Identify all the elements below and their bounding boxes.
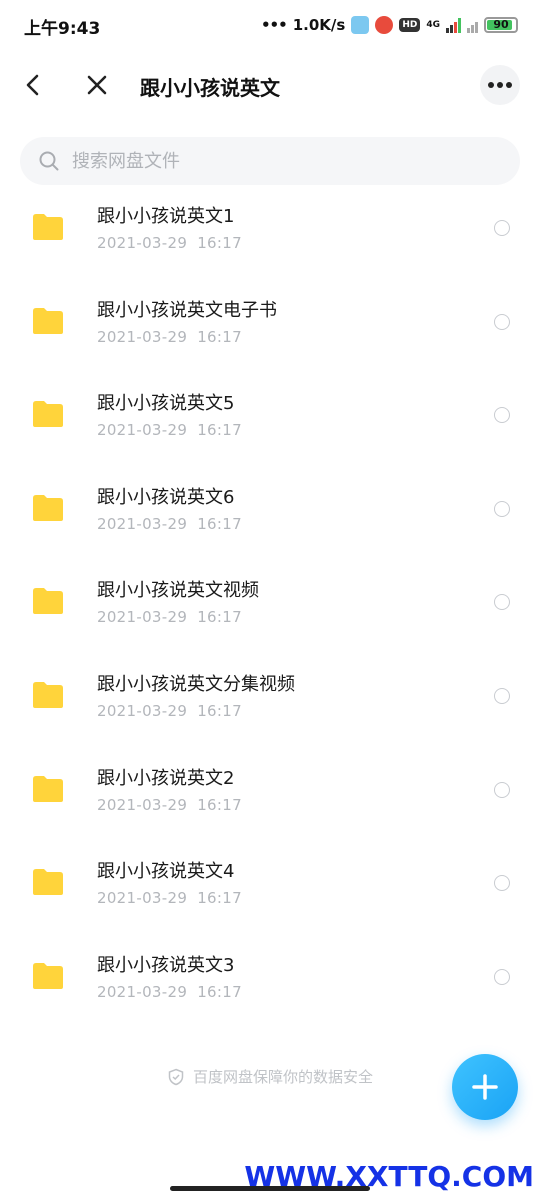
file-modified: 2021-03-29 16:17 xyxy=(97,702,242,720)
file-date: 2021-03-29 xyxy=(97,514,188,533)
folder-icon xyxy=(33,588,63,615)
alarm-icon xyxy=(375,16,394,34)
file-modified: 2021-03-29 16:17 xyxy=(97,889,242,907)
file-name: 跟小小孩说英文电子书 xyxy=(97,299,277,321)
plus-icon xyxy=(472,1074,498,1100)
file-date: 2021-03-29 xyxy=(97,608,188,627)
select-checkbox[interactable] xyxy=(494,968,510,985)
file-time: 16:17 xyxy=(197,234,242,252)
select-checkbox[interactable] xyxy=(494,313,510,330)
file-date: 2021-03-29 xyxy=(97,421,188,440)
status-time: 上午9:43 xyxy=(24,19,101,39)
file-row[interactable]: 跟小小孩说英文4 2021-03-29 16:17 xyxy=(0,835,540,929)
file-time: 16:17 xyxy=(197,701,242,720)
select-checkbox[interactable] xyxy=(494,687,510,704)
more-button[interactable] xyxy=(480,65,520,105)
file-list: 跟小小孩说英文1 2021-03-29 16:17 跟小小孩说英文电子书 2021… xyxy=(0,180,540,1022)
select-checkbox[interactable] xyxy=(494,407,510,424)
file-name: 跟小小孩说英文3 xyxy=(97,954,235,976)
file-time: 16:17 xyxy=(197,421,242,440)
file-row[interactable]: 跟小小孩说英文3 2021-03-29 16:17 xyxy=(0,929,540,1023)
file-date: 2021-03-29 xyxy=(97,795,188,814)
file-date: 2021-03-29 xyxy=(97,327,188,346)
network-speed: 1.0K/s xyxy=(292,16,346,34)
file-time: 16:17 xyxy=(197,514,242,533)
network-type-label: 4G xyxy=(426,20,440,30)
search-bar[interactable] xyxy=(20,137,520,185)
status-bar: 上午9:43 ••• 1.0K/s HD 4G 90 xyxy=(0,0,540,52)
folder-icon xyxy=(33,681,63,708)
battery-level: 90 xyxy=(493,18,509,31)
home-indicator[interactable] xyxy=(170,1186,370,1191)
file-row[interactable]: 跟小小孩说英文1 2021-03-29 16:17 xyxy=(0,180,540,274)
file-row[interactable]: 跟小小孩说英文5 2021-03-29 16:17 xyxy=(0,367,540,461)
close-button[interactable] xyxy=(82,70,112,100)
shield-icon xyxy=(168,1068,184,1085)
file-date: 2021-03-29 xyxy=(97,982,188,1001)
signal-secondary-icon xyxy=(467,17,478,33)
notification-dots: ••• xyxy=(260,16,288,34)
folder-icon xyxy=(33,869,63,896)
search-input[interactable] xyxy=(72,150,472,172)
file-row[interactable]: 跟小小孩说英文视频 2021-03-29 16:17 xyxy=(0,554,540,648)
close-icon xyxy=(87,75,107,95)
select-checkbox[interactable] xyxy=(494,500,510,517)
file-time: 16:17 xyxy=(197,327,242,346)
file-time: 16:17 xyxy=(197,795,242,814)
file-row[interactable]: 跟小小孩说英文分集视频 2021-03-29 16:17 xyxy=(0,648,540,742)
select-checkbox[interactable] xyxy=(494,781,510,798)
folder-icon xyxy=(33,962,63,989)
search-icon xyxy=(39,151,59,171)
folder-icon xyxy=(33,214,63,240)
file-time: 16:17 xyxy=(197,889,242,908)
file-name: 跟小小孩说英文1 xyxy=(97,206,235,227)
file-modified: 2021-03-29 16:17 xyxy=(97,796,242,814)
file-modified: 2021-03-29 16:17 xyxy=(97,328,242,346)
folder-icon xyxy=(33,775,63,802)
file-modified: 2021-03-29 16:17 xyxy=(97,608,242,626)
header: 跟小小孩说英文 xyxy=(0,60,540,112)
file-date: 2021-03-29 xyxy=(97,234,188,252)
signal-icon xyxy=(446,17,461,33)
select-checkbox[interactable] xyxy=(494,875,510,892)
file-row[interactable]: 跟小小孩说英文电子书 2021-03-29 16:17 xyxy=(0,274,540,368)
file-date: 2021-03-29 xyxy=(97,889,188,908)
battery-icon: 90 xyxy=(484,17,518,33)
folder-icon xyxy=(33,307,63,334)
file-modified: 2021-03-29 16:17 xyxy=(97,234,242,252)
file-date: 2021-03-29 xyxy=(97,701,188,720)
page-title: 跟小小孩说英文 xyxy=(140,76,280,100)
back-arrow-icon xyxy=(26,74,39,96)
file-row[interactable]: 跟小小孩说英文2 2021-03-29 16:17 xyxy=(0,742,540,836)
hd-icon: HD xyxy=(399,18,421,32)
file-time: 16:17 xyxy=(197,982,242,1001)
security-note-text: 百度网盘保障你的数据安全 xyxy=(192,1068,373,1086)
file-modified: 2021-03-29 16:17 xyxy=(97,421,242,439)
select-checkbox[interactable] xyxy=(494,594,510,611)
select-checkbox[interactable] xyxy=(494,220,510,236)
file-name: 跟小小孩说英文2 xyxy=(97,767,235,789)
file-modified: 2021-03-29 16:17 xyxy=(97,515,242,533)
file-name: 跟小小孩说英文6 xyxy=(97,486,235,508)
file-name: 跟小小孩说英文视频 xyxy=(97,580,259,602)
add-button[interactable] xyxy=(452,1054,518,1120)
back-button[interactable] xyxy=(18,70,48,100)
folder-icon xyxy=(33,494,63,521)
status-indicators: ••• 1.0K/s HD 4G 90 xyxy=(261,14,518,36)
more-dots-icon xyxy=(488,82,512,88)
file-time: 16:17 xyxy=(197,608,242,627)
file-row[interactable]: 跟小小孩说英文6 2021-03-29 16:17 xyxy=(0,461,540,555)
app-notification-icon xyxy=(351,16,370,34)
file-name: 跟小小孩说英文分集视频 xyxy=(97,673,295,695)
file-name: 跟小小孩说英文4 xyxy=(97,861,235,883)
folder-icon xyxy=(33,401,63,428)
file-name: 跟小小孩说英文5 xyxy=(97,393,235,415)
file-modified: 2021-03-29 16:17 xyxy=(97,983,242,1001)
